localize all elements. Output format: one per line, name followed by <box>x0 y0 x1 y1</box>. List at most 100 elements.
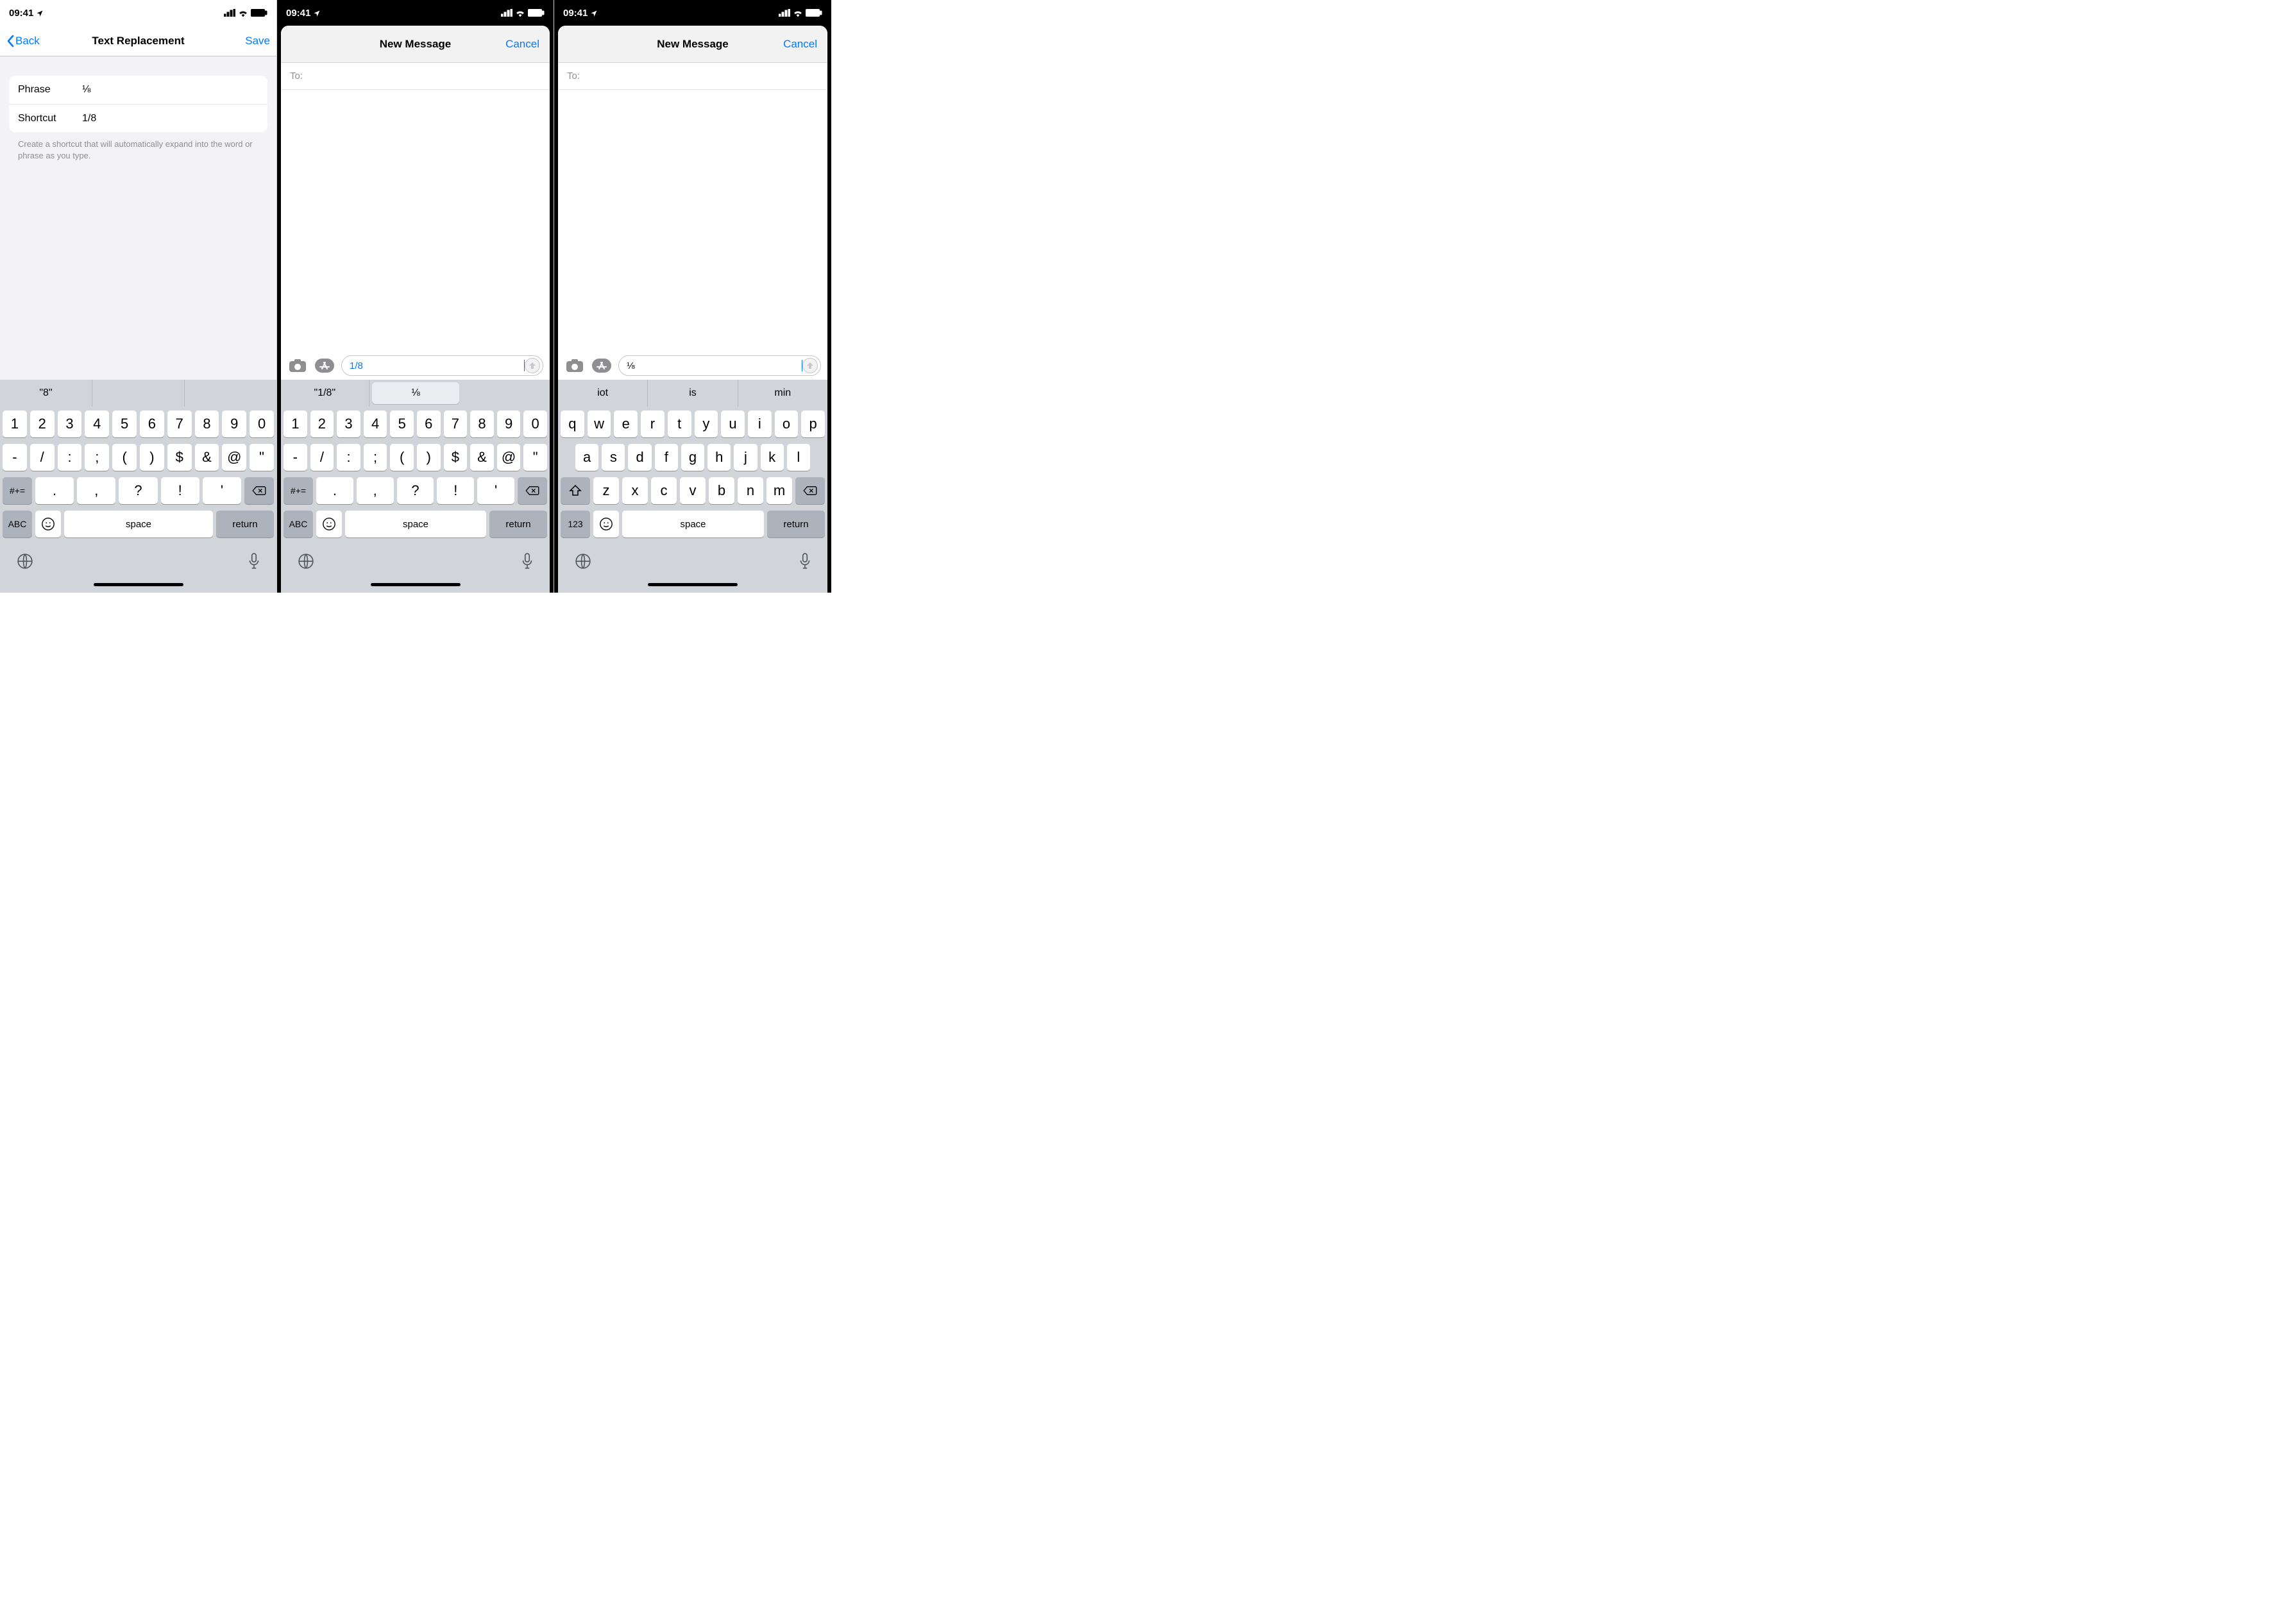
key-dash[interactable]: - <box>3 444 27 471</box>
key-return[interactable]: return <box>767 511 825 537</box>
key-v[interactable]: v <box>680 477 706 504</box>
key-w[interactable]: w <box>588 410 611 437</box>
globe-icon[interactable] <box>298 553 314 573</box>
cancel-button[interactable]: Cancel <box>505 38 539 51</box>
key-b[interactable]: b <box>709 477 734 504</box>
back-button[interactable]: Back <box>6 35 40 47</box>
phrase-row[interactable]: Phrase ⅛ <box>9 76 267 104</box>
key-comma[interactable]: , <box>77 477 115 504</box>
save-button[interactable]: Save <box>245 35 270 47</box>
compose-body[interactable] <box>558 90 827 353</box>
prediction-2[interactable]: ⅛ <box>372 382 460 404</box>
key-0[interactable]: 0 <box>250 410 274 437</box>
key-dollar[interactable]: $ <box>444 444 468 471</box>
key-emoji[interactable] <box>316 511 342 537</box>
shortcut-value[interactable]: 1/8 <box>82 113 258 124</box>
key-lparen[interactable]: ( <box>112 444 137 471</box>
shortcut-row[interactable]: Shortcut 1/8 <box>9 104 267 132</box>
key-2[interactable]: 2 <box>310 410 334 437</box>
key-dash[interactable]: - <box>284 444 307 471</box>
key-semicolon[interactable]: ; <box>364 444 387 471</box>
key-4[interactable]: 4 <box>364 410 387 437</box>
key-m[interactable]: m <box>766 477 792 504</box>
key-question[interactable]: ? <box>397 477 434 504</box>
key-dollar[interactable]: $ <box>167 444 192 471</box>
key-period[interactable]: . <box>35 477 74 504</box>
home-indicator[interactable] <box>371 583 461 586</box>
mic-icon[interactable] <box>521 553 533 573</box>
key-period[interactable]: . <box>316 477 353 504</box>
key-2[interactable]: 2 <box>30 410 55 437</box>
key-6[interactable]: 6 <box>140 410 164 437</box>
key-shift[interactable] <box>561 477 590 504</box>
message-input[interactable]: 1/8 <box>341 355 543 376</box>
key-rparen[interactable]: ) <box>140 444 164 471</box>
key-exclaim[interactable]: ! <box>437 477 474 504</box>
mic-icon[interactable] <box>799 553 811 573</box>
key-5[interactable]: 5 <box>112 410 137 437</box>
key-at[interactable]: @ <box>497 444 521 471</box>
key-return[interactable]: return <box>489 511 547 537</box>
key-amp[interactable]: & <box>470 444 494 471</box>
key-h[interactable]: h <box>707 444 731 471</box>
prediction-2[interactable] <box>92 380 185 407</box>
key-altsym[interactable]: #+= <box>284 477 313 504</box>
key-return[interactable]: return <box>216 511 274 537</box>
to-field[interactable]: To: <box>558 63 827 90</box>
appstore-icon[interactable] <box>591 357 612 374</box>
key-s[interactable]: s <box>602 444 625 471</box>
key-4[interactable]: 4 <box>85 410 109 437</box>
prediction-1[interactable]: iot <box>558 380 648 407</box>
key-emoji[interactable] <box>593 511 619 537</box>
prediction-3[interactable] <box>185 380 276 407</box>
key-8[interactable]: 8 <box>470 410 494 437</box>
message-input[interactable]: ⅛ <box>618 355 821 376</box>
key-d[interactable]: d <box>628 444 651 471</box>
key-space[interactable]: space <box>345 511 486 537</box>
key-r[interactable]: r <box>641 410 664 437</box>
key-slash[interactable]: / <box>310 444 334 471</box>
key-lparen[interactable]: ( <box>390 444 414 471</box>
key-7[interactable]: 7 <box>167 410 192 437</box>
key-t[interactable]: t <box>668 410 691 437</box>
key-i[interactable]: i <box>748 410 772 437</box>
home-indicator[interactable] <box>94 583 183 586</box>
key-p[interactable]: p <box>801 410 825 437</box>
globe-icon[interactable] <box>575 553 591 573</box>
to-field[interactable]: To: <box>281 63 550 90</box>
send-button[interactable] <box>802 358 818 373</box>
key-a[interactable]: a <box>575 444 598 471</box>
camera-icon[interactable] <box>287 357 308 374</box>
key-colon[interactable]: : <box>337 444 360 471</box>
key-exclaim[interactable]: ! <box>161 477 199 504</box>
key-f[interactable]: f <box>655 444 678 471</box>
key-e[interactable]: e <box>614 410 638 437</box>
send-button[interactable] <box>525 358 540 373</box>
camera-icon[interactable] <box>564 357 585 374</box>
key-y[interactable]: y <box>695 410 718 437</box>
key-apostrophe[interactable]: ' <box>477 477 514 504</box>
key-delete[interactable] <box>795 477 825 504</box>
home-indicator[interactable] <box>648 583 738 586</box>
key-space[interactable]: space <box>64 511 213 537</box>
key-delete[interactable] <box>244 477 274 504</box>
key-123[interactable]: 123 <box>561 511 590 537</box>
key-n[interactable]: n <box>738 477 763 504</box>
cancel-button[interactable]: Cancel <box>783 38 817 51</box>
key-emoji[interactable] <box>35 511 61 537</box>
key-abc[interactable]: ABC <box>284 511 313 537</box>
key-abc[interactable]: ABC <box>3 511 32 537</box>
key-apostrophe[interactable]: ' <box>203 477 241 504</box>
key-7[interactable]: 7 <box>444 410 468 437</box>
key-g[interactable]: g <box>681 444 704 471</box>
phrase-value[interactable]: ⅛ <box>82 84 258 96</box>
key-c[interactable]: c <box>651 477 677 504</box>
key-8[interactable]: 8 <box>195 410 219 437</box>
key-at[interactable]: @ <box>222 444 246 471</box>
key-1[interactable]: 1 <box>284 410 307 437</box>
appstore-icon[interactable] <box>314 357 335 374</box>
key-z[interactable]: z <box>593 477 619 504</box>
key-9[interactable]: 9 <box>222 410 246 437</box>
prediction-3[interactable] <box>462 380 550 407</box>
globe-icon[interactable] <box>17 553 33 573</box>
